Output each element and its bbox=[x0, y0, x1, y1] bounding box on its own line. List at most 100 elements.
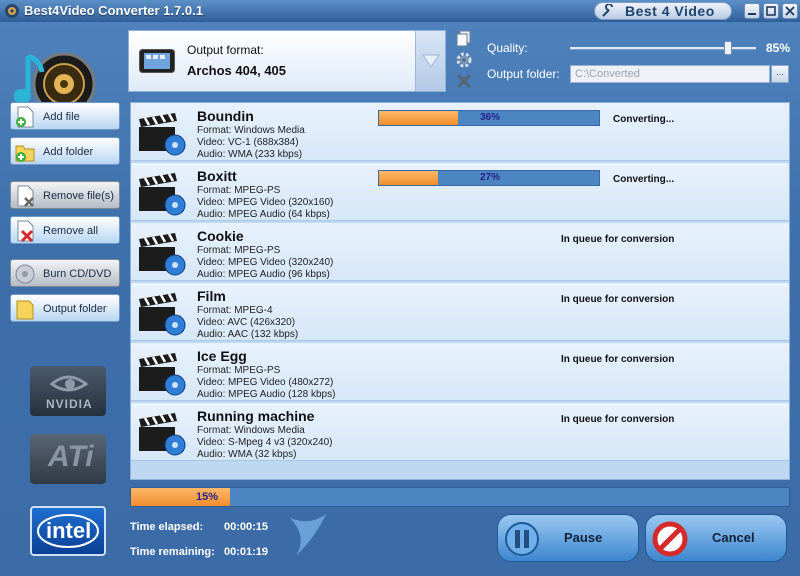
file-row[interactable]: Film Format: MPEG-4 Video: AVC (426x320)… bbox=[131, 283, 789, 341]
video-clapperboard-icon bbox=[139, 173, 186, 216]
add-file-button[interactable]: Add file bbox=[10, 102, 120, 130]
video-clapperboard-icon bbox=[139, 413, 186, 456]
file-row[interactable]: Running machine Format: Windows Media Vi… bbox=[131, 403, 789, 461]
file-row[interactable]: Ice Egg Format: MPEG-PS Video: MPEG Vide… bbox=[131, 343, 789, 401]
brand-badge: Best 4 Video bbox=[594, 2, 732, 20]
file-format: Format: MPEG-PS bbox=[197, 185, 281, 196]
overall-progress-bar: 15% bbox=[130, 487, 790, 507]
file-audio: Audio: AAC (132 kbps) bbox=[197, 329, 299, 340]
file-status: In queue for conversion bbox=[561, 234, 675, 245]
title-bar[interactable]: Best4Video Converter 1.7.0.1 Best 4 Vide… bbox=[0, 0, 800, 22]
copy-icon[interactable] bbox=[455, 30, 473, 48]
add-folder-button[interactable]: Add folder bbox=[10, 137, 120, 165]
archos-device-icon bbox=[139, 49, 175, 73]
output-format-select[interactable]: Output format: Archos 404, 405 bbox=[128, 30, 446, 92]
remove-all-label: Remove all bbox=[43, 225, 99, 237]
intel-logo: intel bbox=[30, 506, 106, 556]
app-icon bbox=[5, 4, 19, 18]
file-list[interactable]: Boundin Format: Windows Media Video: VC-… bbox=[130, 102, 790, 480]
file-row[interactable]: Cookie Format: MPEG-PS Video: MPEG Video… bbox=[131, 223, 789, 281]
file-video: Video: MPEG Video (480x272) bbox=[197, 377, 334, 388]
file-video: Video: MPEG Video (320x160) bbox=[197, 197, 334, 208]
remove-files-button[interactable]: Remove file(s) bbox=[10, 181, 120, 209]
main-panel: Output format: Archos 404, 405 Quality: … bbox=[0, 22, 800, 576]
file-name: Cookie bbox=[197, 228, 244, 244]
output-format-value: Archos 404, 405 bbox=[187, 63, 287, 78]
file-video: Video: AVC (426x320) bbox=[197, 317, 296, 328]
pause-icon bbox=[505, 522, 539, 556]
file-progress-bar: 27% bbox=[378, 170, 600, 186]
file-video: Video: VC-1 (688x384) bbox=[197, 137, 299, 148]
file-format: Format: MPEG-PS bbox=[197, 365, 281, 376]
add-file-icon bbox=[16, 106, 34, 128]
file-status: In queue for conversion bbox=[561, 294, 675, 305]
quality-label: Quality: bbox=[487, 41, 528, 55]
activity-swoosh-icon bbox=[290, 514, 326, 556]
file-name: Boundin bbox=[197, 108, 254, 124]
time-remaining-label: Time remaining: bbox=[130, 546, 215, 558]
time-elapsed-value: 00:00:15 bbox=[224, 521, 269, 533]
format-dropdown-button[interactable] bbox=[415, 31, 445, 91]
output-folder-field[interactable]: C:\Converted bbox=[570, 65, 770, 83]
file-status: Converting... bbox=[613, 174, 675, 185]
output-folder-button[interactable]: Output folder bbox=[10, 294, 120, 322]
remove-all-button[interactable]: Remove all bbox=[10, 216, 120, 244]
time-elapsed-label: Time elapsed: bbox=[130, 521, 204, 533]
pause-button[interactable]: Pause bbox=[497, 514, 639, 562]
file-progress-bar: 36% bbox=[378, 110, 600, 126]
quality-slider-thumb[interactable] bbox=[724, 41, 732, 55]
file-name: Boxitt bbox=[197, 168, 237, 184]
file-name: Running machine bbox=[197, 408, 315, 424]
folder-icon bbox=[16, 300, 34, 320]
file-name: Ice Egg bbox=[197, 348, 247, 364]
file-progress-text: 27% bbox=[479, 172, 500, 183]
delete-icon[interactable] bbox=[455, 72, 473, 90]
browse-folder-button[interactable]: ... bbox=[771, 65, 789, 83]
file-progress-text: 36% bbox=[479, 112, 500, 123]
ati-text: ATi bbox=[48, 440, 94, 473]
gear-icon[interactable] bbox=[455, 51, 473, 69]
video-clapperboard-icon bbox=[139, 293, 186, 336]
pause-label: Pause bbox=[564, 530, 603, 545]
maximize-icon bbox=[766, 6, 776, 16]
remove-files-label: Remove file(s) bbox=[43, 190, 114, 202]
remove-file-icon bbox=[17, 185, 34, 207]
add-folder-icon bbox=[15, 145, 35, 162]
video-clapperboard-icon bbox=[139, 353, 186, 396]
time-remaining-value: 00:01:19 bbox=[224, 546, 269, 558]
video-clapperboard-icon bbox=[139, 113, 186, 156]
burn-cd-dvd-label: Burn CD/DVD bbox=[43, 268, 112, 280]
file-row[interactable]: Boxitt Format: MPEG-PS Video: MPEG Video… bbox=[131, 163, 789, 221]
cancel-label: Cancel bbox=[712, 530, 755, 545]
output-folder-button-label: Output folder bbox=[43, 303, 107, 315]
stop-icon bbox=[652, 521, 688, 557]
burn-cd-dvd-button[interactable]: Burn CD/DVD bbox=[10, 259, 120, 287]
close-button[interactable] bbox=[782, 3, 798, 19]
file-status: Converting... bbox=[613, 114, 675, 125]
file-audio: Audio: WMA (233 kbps) bbox=[197, 149, 303, 160]
format-tools bbox=[455, 30, 473, 90]
nvidia-logo: NVIDIA bbox=[30, 366, 106, 416]
minimize-icon bbox=[748, 13, 756, 15]
cancel-button[interactable]: Cancel bbox=[645, 514, 787, 562]
file-status: In queue for conversion bbox=[561, 414, 675, 425]
ati-logo: ATi bbox=[30, 434, 106, 484]
file-format: Format: Windows Media bbox=[197, 425, 305, 436]
close-icon bbox=[785, 6, 795, 16]
file-audio: Audio: MPEG Audio (128 kbps) bbox=[197, 389, 336, 400]
file-audio: Audio: MPEG Audio (96 kbps) bbox=[197, 269, 330, 280]
file-format: Format: Windows Media bbox=[197, 125, 305, 136]
file-name: Film bbox=[197, 288, 226, 304]
wrench-icon bbox=[602, 4, 613, 17]
file-format: Format: MPEG-4 bbox=[197, 305, 273, 316]
output-folder-label: Output folder: bbox=[487, 67, 560, 81]
quality-value: 85% bbox=[766, 41, 791, 55]
minimize-button[interactable] bbox=[744, 3, 760, 19]
file-audio: Audio: WMA (32 kbps) bbox=[197, 449, 297, 460]
maximize-button[interactable] bbox=[763, 3, 779, 19]
file-row[interactable]: Boundin Format: Windows Media Video: VC-… bbox=[131, 103, 789, 161]
overall-progress-text: 15% bbox=[196, 491, 219, 503]
file-video: Video: MPEG Video (320x240) bbox=[197, 257, 334, 268]
output-format-label: Output format: bbox=[187, 43, 264, 57]
disc-icon bbox=[15, 264, 35, 284]
